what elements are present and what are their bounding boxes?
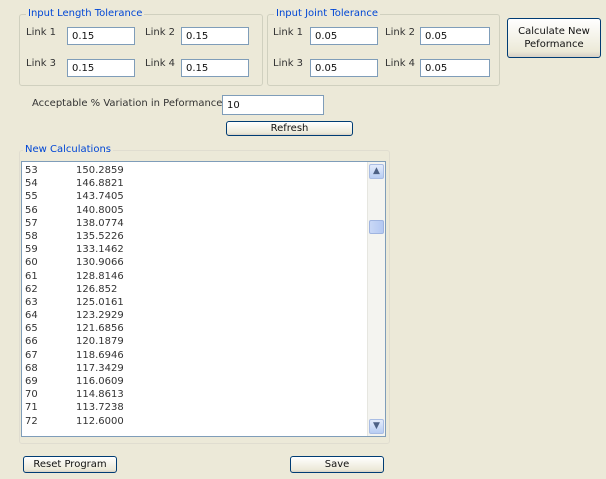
list-item[interactable]: 57 138.0774 — [22, 217, 368, 230]
joint-link3-label: Link 3 — [273, 58, 304, 69]
calculations-title: New Calculations — [23, 143, 113, 157]
row-index: 56 — [25, 204, 38, 216]
list-item[interactable]: 70 114.8613 — [22, 388, 368, 401]
length-link2-label: Link 2 — [145, 27, 176, 38]
save-button[interactable]: Save — [290, 456, 384, 473]
row-value: 114.8613 — [76, 389, 124, 401]
joint-link1-label: Link 1 — [273, 27, 304, 38]
row-index: 67 — [25, 349, 38, 361]
length-link3-label: Link 3 — [26, 58, 57, 69]
length-link4-label: Link 4 — [145, 58, 176, 69]
list-item[interactable]: 61 128.8146 — [22, 270, 368, 283]
list-item[interactable]: 55 143.7405 — [22, 190, 368, 203]
list-item[interactable]: 62 126.852 — [22, 283, 368, 296]
row-index: 62 — [25, 283, 38, 295]
row-value: 128.8146 — [76, 270, 124, 282]
row-value: 150.2859 — [76, 165, 124, 176]
length-tolerance-title: Input Length Tolerance — [26, 7, 145, 21]
row-index: 70 — [25, 389, 38, 401]
vertical-scrollbar[interactable]: ▲ ▼ — [367, 162, 385, 436]
list-item[interactable]: 58 135.5226 — [22, 230, 368, 243]
calculations-listbox[interactable]: 53 150.2859 54 146.8821 55 143.7405 56 140.8005… — [21, 161, 386, 437]
length-link1-label: Link 1 — [26, 27, 57, 38]
list-item[interactable]: 67 118.6946 — [22, 349, 368, 362]
row-value: 116.0609 — [76, 376, 124, 387]
row-index: 68 — [25, 362, 38, 374]
row-value: 140.8005 — [76, 204, 124, 216]
row-value: 143.7405 — [76, 191, 124, 203]
row-value: 113.7238 — [76, 402, 124, 414]
list-item[interactable]: 59 133.1462 — [22, 243, 368, 256]
joint-link3-input[interactable] — [310, 59, 378, 77]
row-index: 55 — [25, 191, 38, 203]
row-index: 71 — [25, 402, 38, 414]
scroll-thumb[interactable] — [369, 220, 384, 234]
reset-program-button[interactable]: Reset Program — [23, 456, 117, 473]
calculate-new-performance-button[interactable]: Calculate New Peformance — [507, 18, 601, 58]
list-item[interactable]: 71 113.7238 — [22, 401, 368, 414]
list-item[interactable]: 72 112.6000 — [22, 415, 368, 428]
variation-input[interactable] — [222, 95, 324, 115]
list-item[interactable]: 66 120.1879 — [22, 335, 368, 348]
row-value: 146.8821 — [76, 178, 124, 190]
joint-link1-input[interactable] — [310, 27, 378, 45]
list-item[interactable]: 65 121.6856 — [22, 322, 368, 335]
list-item[interactable]: 60 130.9066 — [22, 256, 368, 269]
joint-link2-label: Link 2 — [385, 27, 416, 38]
row-value: 118.6946 — [76, 349, 124, 361]
row-value: 112.6000 — [76, 415, 124, 427]
row-index: 66 — [25, 336, 38, 348]
list-item[interactable]: 69 116.0609 — [22, 375, 368, 388]
list-item[interactable]: 53 150.2859 — [22, 164, 368, 177]
calculations-rows: 53 150.2859 54 146.8821 55 143.7405 56 140.8005… — [22, 164, 368, 428]
joint-tolerance-title: Input Joint Tolerance — [274, 7, 381, 21]
list-item[interactable]: 56 140.8005 — [22, 204, 368, 217]
row-index: 61 — [25, 270, 38, 282]
length-link2-input[interactable] — [181, 27, 249, 45]
joint-link4-label: Link 4 — [385, 58, 416, 69]
row-value: 121.6856 — [76, 323, 124, 335]
row-index: 59 — [25, 244, 38, 256]
row-value: 123.2929 — [76, 310, 124, 322]
row-value: 126.852 — [76, 283, 118, 295]
row-index: 63 — [25, 296, 38, 308]
row-index: 72 — [25, 415, 38, 427]
list-item[interactable]: 68 117.3429 — [22, 362, 368, 375]
row-value: 125.0161 — [76, 296, 124, 308]
variation-label: Acceptable % Variation in Peformance — [32, 98, 223, 109]
row-index: 58 — [25, 230, 38, 242]
row-value: 120.1879 — [76, 336, 124, 348]
row-index: 65 — [25, 323, 38, 335]
row-index: 54 — [25, 178, 38, 190]
row-value: 135.5226 — [76, 230, 124, 242]
row-value: 130.9066 — [76, 257, 124, 269]
row-value: 117.3429 — [76, 362, 124, 374]
scroll-up-icon[interactable]: ▲ — [369, 164, 384, 179]
scroll-down-icon[interactable]: ▼ — [369, 419, 384, 434]
row-index: 60 — [25, 257, 38, 269]
row-index: 64 — [25, 310, 38, 322]
row-index: 53 — [25, 165, 38, 176]
joint-link2-input[interactable] — [420, 27, 490, 45]
row-index: 57 — [25, 217, 38, 229]
list-item[interactable]: 54 146.8821 — [22, 177, 368, 190]
row-value: 133.1462 — [76, 244, 124, 256]
list-item[interactable]: 63 125.0161 — [22, 296, 368, 309]
length-link1-input[interactable] — [67, 27, 135, 45]
length-link3-input[interactable] — [67, 59, 135, 77]
refresh-button[interactable]: Refresh — [226, 121, 353, 136]
joint-link4-input[interactable] — [420, 59, 490, 77]
row-index: 69 — [25, 376, 38, 387]
row-value: 138.0774 — [76, 217, 124, 229]
list-item[interactable]: 64 123.2929 — [22, 309, 368, 322]
length-link4-input[interactable] — [181, 59, 249, 77]
